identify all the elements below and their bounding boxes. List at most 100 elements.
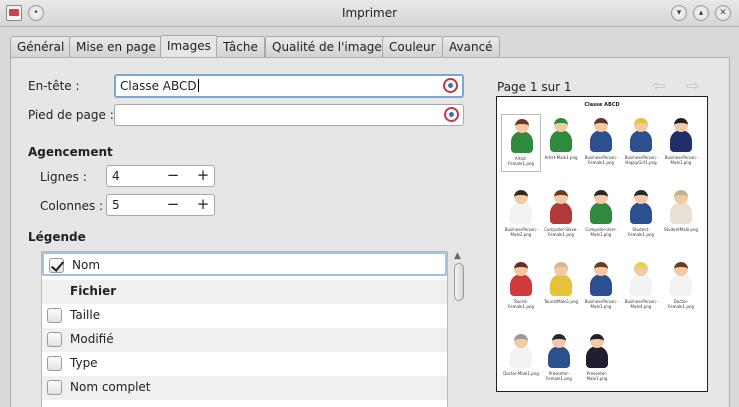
layout-section-title: Agencement: [28, 145, 113, 159]
person-avatar-icon: [670, 118, 692, 152]
person-avatar-icon: [550, 262, 572, 296]
legend-list: Nom Fichier Taille Modifié Type Nom comp…: [41, 251, 448, 407]
preview-thumbnail: Doctor-Female1.png: [661, 258, 701, 316]
checkbox-full-name[interactable]: [47, 380, 62, 395]
thumbnail-caption: Computer-Slave-Female1.png: [544, 227, 578, 237]
list-item-label: Type: [70, 356, 98, 370]
header-label: En-tête :: [28, 79, 80, 93]
thumbnail-caption: BusinessPerson-HappyGirl1.png: [624, 155, 658, 165]
page-counter: Page 1 sur 1: [497, 80, 572, 94]
list-item-label: Fichier: [70, 284, 117, 298]
person-avatar-icon: [590, 262, 612, 296]
checkbox-modified[interactable]: [47, 332, 62, 347]
close-button[interactable]: ✕: [715, 5, 731, 21]
list-item-full-name[interactable]: Nom complet: [42, 376, 447, 400]
preview-thumbnail: Student-Female1.png: [621, 186, 661, 244]
person-avatar-icon: [550, 118, 572, 152]
list-item-label: Modifié: [70, 332, 114, 346]
list-item-type[interactable]: Type: [42, 352, 447, 376]
title-bar: • Imprimer ▾ ▴ ✕: [0, 0, 739, 27]
person-avatar-icon: [630, 118, 652, 152]
maximize-button[interactable]: ▴: [693, 5, 709, 21]
preview-thumbnail: Tourist-Female1.png: [501, 258, 541, 316]
tab-color[interactable]: Couleur: [382, 36, 443, 57]
tab-advanced[interactable]: Avancé: [442, 36, 500, 57]
rows-label: Lignes :: [40, 170, 87, 184]
checkbox-name[interactable]: [49, 258, 64, 273]
footer-input[interactable]: [114, 104, 464, 126]
thumbnail-caption: BusinessPerson-Male1.png: [664, 155, 698, 165]
preview-thumbnail: Computer-Slave-Female1.png: [541, 186, 581, 244]
scroll-up-icon[interactable]: ▲: [454, 251, 461, 261]
person-avatar-icon: [511, 119, 533, 153]
list-item-size[interactable]: Taille: [42, 304, 447, 328]
preview-thumbnail: BusinessPerson-Male1.png: [661, 114, 701, 172]
thumbnail-caption: Artist-Female1.png: [508, 156, 534, 166]
columns-spinbox[interactable]: 5 − +: [106, 194, 215, 216]
tab-job[interactable]: Tâche: [216, 36, 265, 57]
list-group-header: Fichier: [42, 280, 447, 304]
rows-increment-button[interactable]: +: [194, 167, 212, 185]
thumbnail-caption: Presenter-Female1.png: [546, 371, 572, 381]
checkbox-type[interactable]: [47, 356, 62, 371]
header-input-value: Classe ABCD: [120, 79, 197, 93]
print-preview: Classe ABCD Artist-Female1.png Artist-Mal…: [496, 96, 708, 392]
tab-general[interactable]: Général: [10, 36, 72, 57]
preview-thumbnail: BusinessPerson-HappyGirl1.png: [621, 114, 661, 172]
thumbnail-caption: BusinessPerson-Male4.png: [624, 299, 658, 309]
preview-thumbnail: Presenter-Male1.png: [577, 330, 617, 388]
text-caret: [197, 79, 199, 92]
columns-decrement-button[interactable]: −: [164, 196, 182, 214]
legend-section-title: Légende: [28, 230, 86, 244]
thumbnail-caption: TouristMale1.png: [543, 299, 579, 304]
columns-increment-button[interactable]: +: [194, 196, 212, 214]
insert-variable-icon[interactable]: [443, 78, 458, 93]
preview-page-title: Classe ABCD: [584, 102, 620, 108]
checkbox-size[interactable]: [47, 308, 62, 323]
images-panel: En-tête : Classe ABCD Pied de page : Age…: [10, 57, 730, 407]
preview-thumbnail: Artist-Female1.png: [501, 114, 541, 172]
list-item-modified[interactable]: Modifié: [42, 328, 447, 352]
thumbnail-caption: Student-Female1.png: [628, 227, 654, 237]
person-avatar-icon: [510, 262, 532, 296]
preview-thumbnail: Artist-Male1.png: [541, 114, 581, 172]
insert-variable-icon[interactable]: [444, 107, 459, 122]
preview-thumbnail: Computer-User-Male1.png: [581, 186, 621, 244]
list-item-label: Nom complet: [70, 380, 151, 394]
preview-thumbnail: BusinessPerson-Male4.png: [621, 258, 661, 316]
preview-thumbnail: BusinessPerson-Male2.png: [501, 186, 541, 244]
next-page-arrow-icon[interactable]: ⇨: [684, 78, 702, 94]
previous-page-arrow-icon[interactable]: ⇦: [650, 78, 668, 94]
person-avatar-icon: [548, 334, 570, 368]
columns-label: Colonnes :: [40, 199, 104, 213]
preview-thumbnail: BusinessPerson-Female1.png: [581, 114, 621, 172]
thumbnail-caption: StudentMale.png: [663, 227, 699, 232]
thumbnail-caption: Computer-User-Male1.png: [585, 227, 617, 237]
thumbnail-caption: BusinessPerson-Male2.png: [504, 227, 538, 237]
preview-thumbnail: StudentMale.png: [661, 186, 701, 244]
header-input[interactable]: Classe ABCD: [114, 74, 464, 98]
list-item-name[interactable]: Nom: [42, 252, 447, 276]
person-avatar-icon: [590, 190, 612, 224]
preview-thumbnail: Doctor-Male1.png: [501, 330, 541, 388]
tab-page-setup[interactable]: Mise en page: [69, 36, 163, 57]
thumbnail-caption: Artist-Male1.png: [544, 155, 578, 160]
person-avatar-icon: [586, 334, 608, 368]
window-title: Imprimer: [341, 6, 398, 20]
preview-thumbnail: BusinessPerson-Male3.png: [581, 258, 621, 316]
person-avatar-icon: [590, 118, 612, 152]
rows-value: 4: [112, 169, 120, 183]
footer-label: Pied de page :: [28, 108, 114, 122]
tab-images[interactable]: Images: [160, 35, 218, 58]
person-avatar-icon: [630, 190, 652, 224]
minimize-button[interactable]: ▾: [671, 5, 687, 21]
list-item-label: Nom: [72, 258, 101, 272]
scroll-thumb[interactable]: [454, 263, 464, 301]
rows-spinbox[interactable]: 4 − +: [106, 165, 215, 187]
person-avatar-icon: [630, 262, 652, 296]
preview-thumbnail: Presenter-Female1.png: [539, 330, 579, 388]
legend-scrollbar[interactable]: ▲: [453, 251, 465, 407]
tab-image-quality[interactable]: Qualité de l'image: [265, 36, 389, 57]
person-avatar-icon: [670, 262, 692, 296]
rows-decrement-button[interactable]: −: [164, 167, 182, 185]
